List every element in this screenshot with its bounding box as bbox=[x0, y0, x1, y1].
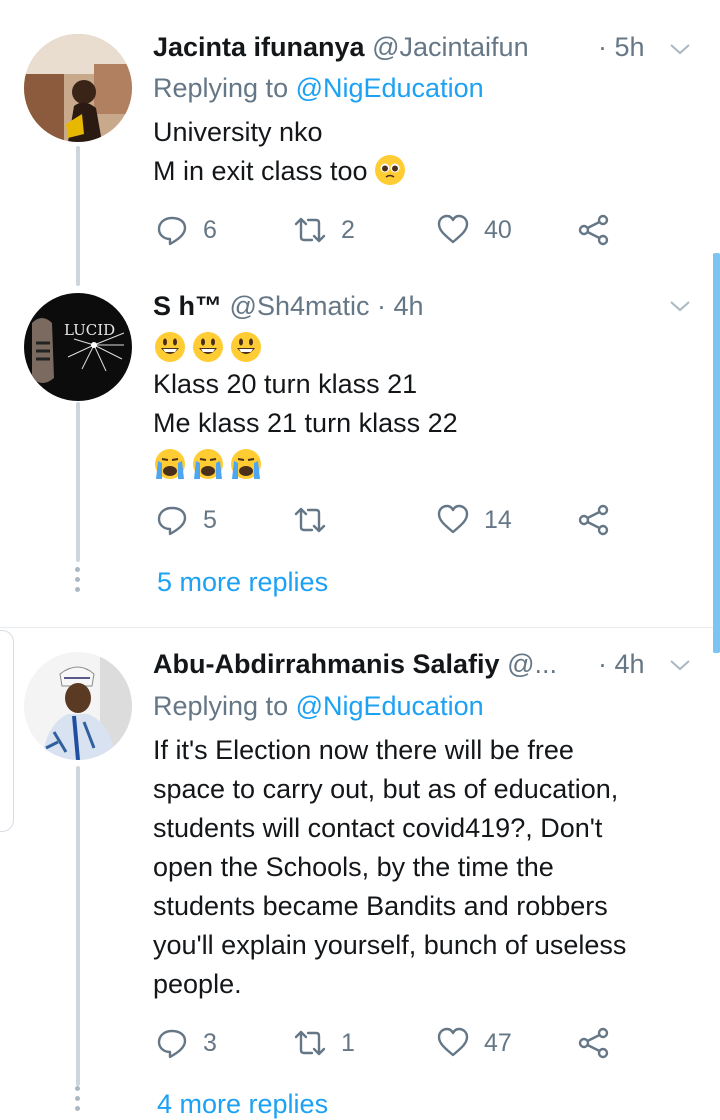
reply-count: 6 bbox=[203, 215, 217, 244]
retweet-button[interactable]: 2 bbox=[293, 210, 355, 250]
tweet-line: you'll explain yourself, bunch of useles… bbox=[153, 930, 627, 960]
chevron-down-icon[interactable] bbox=[668, 37, 692, 61]
tweet-header: Jacinta ifunanya @Jacintaifun... bbox=[153, 31, 530, 63]
like-count: 14 bbox=[484, 505, 512, 534]
retweet-button[interactable]: 1 bbox=[293, 1023, 355, 1063]
tweet-actions: 3 1 47 bbox=[153, 1023, 633, 1063]
like-button[interactable]: 14 bbox=[436, 500, 512, 540]
tweet-line: Klass 20 turn klass 21 bbox=[153, 369, 418, 399]
grinning-face-emojis bbox=[153, 326, 693, 365]
retweet-icon bbox=[294, 507, 326, 533]
replying-to-label: Replying to bbox=[153, 73, 296, 103]
avatar-text: LUCID bbox=[64, 321, 115, 339]
tweet-header: S h™ @Sh4matic · 4h bbox=[153, 290, 660, 322]
like-button[interactable]: 40 bbox=[436, 210, 512, 250]
tweet-line: people. bbox=[153, 969, 242, 999]
share-button[interactable] bbox=[577, 210, 611, 250]
user-handle[interactable]: @Sh4matic · 4h bbox=[230, 291, 424, 321]
like-count: 47 bbox=[484, 1028, 512, 1057]
replying-to: Replying to @NigEducation bbox=[153, 72, 484, 104]
share-icon bbox=[578, 1027, 609, 1059]
tweet-text: University nko M in exit class too bbox=[153, 113, 693, 191]
reply-button[interactable]: 5 bbox=[155, 500, 217, 540]
tweet-abu[interactable]: Abu-Abdirrahmanis Salafiy @... · 4h Repl… bbox=[0, 628, 720, 1119]
heart-icon bbox=[437, 504, 469, 534]
thread-line bbox=[76, 146, 80, 286]
user-handle[interactable]: @... bbox=[507, 649, 557, 679]
retweet-count: 2 bbox=[341, 215, 355, 244]
tweet-line: space to carry out, but as of education, bbox=[153, 774, 619, 804]
display-name[interactable]: Jacinta ifunanya bbox=[153, 32, 365, 62]
crying-face-emojis bbox=[153, 443, 693, 482]
tweet-line: M in exit class too bbox=[153, 152, 693, 191]
user-handle[interactable]: @Jacintaifun... bbox=[372, 32, 530, 62]
reply-icon bbox=[157, 216, 187, 246]
scrollbar[interactable] bbox=[713, 253, 720, 653]
avatar[interactable]: LUCID bbox=[24, 293, 132, 401]
tweet-line: University nko bbox=[153, 117, 323, 147]
timestamp[interactable]: · 5h bbox=[598, 31, 645, 63]
tweet-line: Me klass 21 turn klass 22 bbox=[153, 408, 458, 438]
reply-button[interactable]: 3 bbox=[155, 1023, 217, 1063]
thread-dots bbox=[75, 567, 81, 597]
tweet-actions: 5 14 bbox=[153, 500, 633, 540]
thread-line bbox=[76, 766, 80, 1086]
tweet-actions: 6 2 40 bbox=[153, 210, 633, 250]
display-name[interactable]: S h™ bbox=[153, 291, 222, 321]
mention-link[interactable]: @NigEducation bbox=[296, 691, 484, 721]
reply-count: 3 bbox=[203, 1028, 217, 1057]
retweet-icon bbox=[294, 217, 326, 243]
thread-line bbox=[76, 402, 80, 562]
tweet-sh4matic[interactable]: LUCID S h™ @Sh4matic · 4h Klass 20 turn … bbox=[0, 270, 720, 625]
heart-icon bbox=[437, 1027, 469, 1057]
thread-dots bbox=[75, 1086, 81, 1116]
share-button[interactable] bbox=[577, 500, 611, 540]
chevron-down-icon[interactable] bbox=[668, 653, 692, 677]
more-replies-link[interactable]: 5 more replies bbox=[157, 566, 328, 598]
share-icon bbox=[578, 214, 609, 246]
replying-to-label: Replying to bbox=[153, 691, 296, 721]
retweet-button[interactable] bbox=[293, 500, 341, 540]
avatar[interactable] bbox=[24, 652, 132, 760]
heart-icon bbox=[437, 214, 469, 244]
replying-to: Replying to @NigEducation bbox=[153, 690, 484, 722]
retweet-count: 1 bbox=[341, 1028, 355, 1057]
tweet-text: If it's Election now there will be free … bbox=[153, 731, 693, 1004]
like-button[interactable]: 47 bbox=[436, 1023, 512, 1063]
tweet-line-text: M in exit class too bbox=[153, 156, 368, 186]
chevron-down-icon[interactable] bbox=[668, 294, 692, 318]
reply-icon bbox=[157, 506, 187, 536]
tweet-line: students became Bandits and robbers bbox=[153, 891, 608, 921]
tweet-line: open the Schools, by the time the bbox=[153, 852, 554, 882]
tweet-header: Abu-Abdirrahmanis Salafiy @... bbox=[153, 648, 570, 680]
timestamp[interactable]: · 4h bbox=[598, 648, 645, 680]
tweet-line: If it's Election now there will be free bbox=[153, 735, 574, 765]
like-count: 40 bbox=[484, 215, 512, 244]
tweet-text: Klass 20 turn klass 21 Me klass 21 turn … bbox=[153, 326, 693, 482]
share-button[interactable] bbox=[577, 1023, 611, 1063]
tweet-line: students will contact covid419?, Don't bbox=[153, 813, 603, 843]
left-edge-tab bbox=[0, 630, 14, 832]
more-replies-link[interactable]: 4 more replies bbox=[157, 1088, 328, 1120]
avatar[interactable] bbox=[24, 34, 132, 142]
tweet-jacinta[interactable]: Jacinta ifunanya @Jacintaifun... · 5h Re… bbox=[0, 0, 720, 286]
reply-count: 5 bbox=[203, 505, 217, 534]
mention-link[interactable]: @NigEducation bbox=[296, 73, 484, 103]
retweet-icon bbox=[294, 1030, 326, 1056]
reply-icon bbox=[157, 1029, 187, 1059]
pleading-face-emoji bbox=[375, 155, 406, 185]
share-icon bbox=[578, 504, 609, 536]
reply-button[interactable]: 6 bbox=[155, 210, 217, 250]
display-name[interactable]: Abu-Abdirrahmanis Salafiy bbox=[153, 649, 500, 679]
